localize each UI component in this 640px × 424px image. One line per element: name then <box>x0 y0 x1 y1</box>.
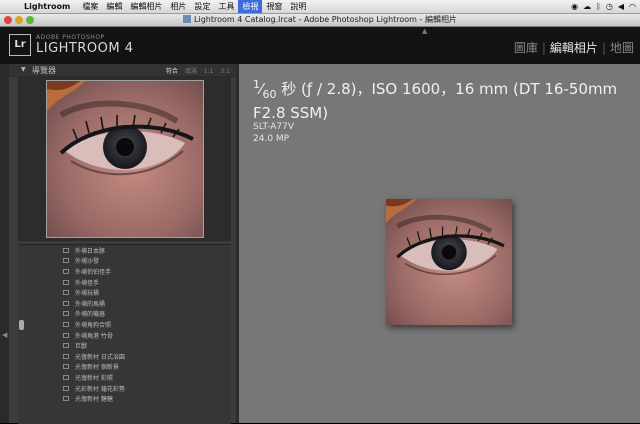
module-separator: | <box>601 41 606 55</box>
collection-icon <box>63 258 69 264</box>
menu-settings[interactable]: 設定 <box>190 0 214 13</box>
navigator-preview[interactable] <box>18 77 231 241</box>
zoom-1-1[interactable]: 1:1 <box>204 68 214 75</box>
brand-big: LIGHTROOM 4 <box>36 41 134 56</box>
list-item[interactable]: 光復新村 日式治園 <box>18 351 231 362</box>
exposure-details: 秒 (ƒ / 2.8)，ISO 1600，16 mm (DT 16-50mm F… <box>253 80 618 122</box>
module-develop[interactable]: 編輯相片 <box>550 41 598 55</box>
collapse-left-arrow-icon[interactable]: ◀ <box>2 331 7 339</box>
list-item[interactable]: 外埔角狗合照 <box>18 319 231 330</box>
collection-icon <box>63 311 69 317</box>
shutter-denominator: 60 <box>262 88 277 101</box>
menu-view[interactable]: 檢視 <box>238 0 263 13</box>
main-image-area[interactable]: 1⁄60 秒 (ƒ / 2.8)，ISO 1600，16 mm (DT 16-5… <box>239 64 640 423</box>
panel-scroll-handle[interactable] <box>19 320 24 330</box>
module-picker: 圖庫 | 編輯相片 | 地圖 <box>514 39 634 56</box>
navigator-title: 導覽器 <box>32 66 56 75</box>
list-item[interactable]: 外埔怕怕怪手 <box>18 266 231 277</box>
time-machine-icon[interactable]: ◷ <box>606 2 613 11</box>
exposure-info: 1⁄60 秒 (ƒ / 2.8)，ISO 1600，16 mm (DT 16-5… <box>253 78 618 122</box>
module-map[interactable]: 地圖 <box>610 41 634 55</box>
list-item[interactable]: 外埔沙發 <box>18 256 231 267</box>
list-item[interactable]: 巨獸 <box>18 340 231 351</box>
zoom-3-1[interactable]: 3:1 <box>220 68 230 75</box>
collection-icon <box>63 247 69 253</box>
window-title: Lightroom 4 Catalog.lrcat - Adobe Photos… <box>0 14 640 26</box>
collection-icon <box>63 396 69 402</box>
collection-icon <box>63 374 69 380</box>
left-panel: ▼ 導覽器 符合 填滿 1:1 3:1 外埔日本豚 外埔沙發 外埔怕怕怪手 外埔… <box>9 64 236 424</box>
status-icons: ◉ ☁ ᛒ ◷ ◀ ◠ <box>571 2 640 11</box>
collection-icon <box>63 300 69 306</box>
list-item[interactable]: 外埔怪手 <box>18 277 231 288</box>
left-panel-edge[interactable]: ◀ <box>0 64 9 423</box>
show-top-panel-arrow[interactable]: ▲ <box>422 27 427 35</box>
wifi-icon[interactable]: ◠ <box>629 2 636 11</box>
module-separator: | <box>541 41 546 55</box>
collection-icon <box>63 343 69 349</box>
identity-plate: Lr ADOBE PHOTOSHOP LIGHTROOM 4 圖庫 | 編輯相片 | 地… <box>0 27 640 64</box>
megapixels: 24.0 MP <box>253 134 290 144</box>
navigator-thumbnail[interactable] <box>46 80 204 238</box>
menu-edit[interactable]: 編輯 <box>102 0 126 13</box>
collection-icon <box>63 332 69 338</box>
menu-tools[interactable]: 工具 <box>214 0 238 13</box>
collection-icon <box>63 290 69 296</box>
list-item[interactable]: 外埔日本豚 <box>18 245 231 256</box>
shutter-numerator: 1 <box>253 78 260 91</box>
list-item[interactable]: 光復新村 彩照 <box>18 372 231 383</box>
collection-icon <box>63 353 69 359</box>
list-item[interactable]: 外埔玩桶 <box>18 287 231 298</box>
lightroom-logo: Lr <box>9 34 31 56</box>
navigator-zoom-options: 符合 填滿 1:1 3:1 <box>161 66 230 75</box>
camera-info: SLT-A77V 24.0 MP <box>253 121 294 145</box>
list-item[interactable]: 外埔角港 竹骨 <box>18 330 231 341</box>
collection-icon <box>63 279 69 285</box>
menu-window[interactable]: 視窗 <box>262 0 286 13</box>
camera-model: SLT-A77V <box>253 122 294 132</box>
list-item[interactable]: 光復新村 個新景 <box>18 362 231 373</box>
menu-develop[interactable]: 編輯相片 <box>126 0 166 13</box>
collection-icon <box>63 385 69 391</box>
menu-bar: Lightroom 檔案 編輯 編輯相片 相片 設定 工具 檢視 視窗 說明 ◉… <box>0 0 640 14</box>
window-title-bar: Lightroom 4 Catalog.lrcat - Adobe Photos… <box>0 14 640 27</box>
photo-preview[interactable] <box>386 199 512 325</box>
menu-help[interactable]: 說明 <box>286 0 310 13</box>
disclosure-triangle-icon[interactable]: ▼ <box>21 66 26 73</box>
navigator-header[interactable]: ▼ 導覽器 符合 填滿 1:1 3:1 <box>9 64 236 77</box>
collection-icon <box>63 364 69 370</box>
collection-icon <box>63 268 69 274</box>
list-item[interactable]: 光復新村 糖糖 <box>18 393 231 404</box>
cloud-icon[interactable]: ☁ <box>583 2 591 11</box>
menu-file[interactable]: 檔案 <box>78 0 102 13</box>
collection-icon <box>63 321 69 327</box>
module-library[interactable]: 圖庫 <box>514 41 538 55</box>
list-item[interactable]: 光彩新村 鐘花彩勢 <box>18 383 231 394</box>
document-icon <box>183 15 192 23</box>
menu-photo[interactable]: 相片 <box>166 0 190 13</box>
chat-icon[interactable]: ◉ <box>571 2 578 11</box>
list-item[interactable]: 外埔的馬桶 <box>18 298 231 309</box>
zoom-fill[interactable]: 填滿 <box>185 68 197 75</box>
bluetooth-icon[interactable]: ᛒ <box>596 2 601 11</box>
volume-icon[interactable]: ◀ <box>618 2 624 11</box>
collections-list: 外埔日本豚 外埔沙發 外埔怕怕怪手 外埔怪手 外埔玩桶 外埔的馬桶 外埔的機器 … <box>18 244 231 424</box>
list-item[interactable]: 外埔的機器 <box>18 309 231 320</box>
app-menu[interactable]: Lightroom <box>20 0 78 13</box>
brand-small: ADOBE PHOTOSHOP <box>36 34 105 41</box>
zoom-fit[interactable]: 符合 <box>166 68 178 75</box>
